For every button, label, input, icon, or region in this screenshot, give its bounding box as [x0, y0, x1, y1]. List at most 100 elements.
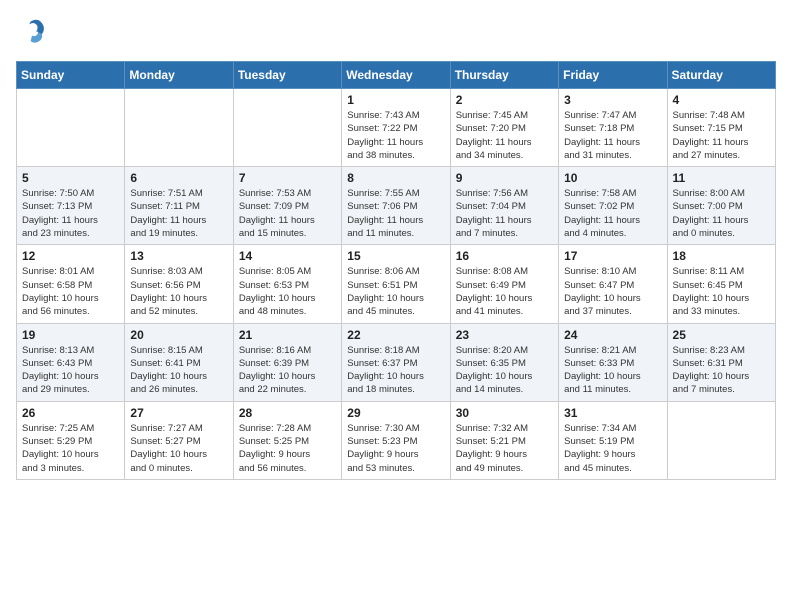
calendar-week-row: 1Sunrise: 7:43 AM Sunset: 7:22 PM Daylig…	[17, 89, 776, 167]
day-number: 11	[673, 171, 770, 185]
calendar-cell: 4Sunrise: 7:48 AM Sunset: 7:15 PM Daylig…	[667, 89, 775, 167]
calendar-table: SundayMondayTuesdayWednesdayThursdayFrid…	[16, 61, 776, 480]
calendar-cell: 1Sunrise: 7:43 AM Sunset: 7:22 PM Daylig…	[342, 89, 450, 167]
day-info: Sunrise: 8:10 AM Sunset: 6:47 PM Dayligh…	[564, 265, 661, 318]
calendar-cell: 29 Sunrise: 7:30 AM Sunset: 5:23 PM Dayli…	[342, 401, 450, 479]
day-info: Sunrise: 7:55 AM Sunset: 7:06 PM Dayligh…	[347, 187, 444, 240]
weekday-header-row: SundayMondayTuesdayWednesdayThursdayFrid…	[17, 62, 776, 89]
calendar-cell: 7 Sunrise: 7:53 AM Sunset: 7:09 PM Daylig…	[233, 167, 341, 245]
day-number: 3	[564, 93, 661, 107]
day-number: 19	[22, 328, 119, 342]
day-number: 18	[673, 249, 770, 263]
day-info: Sunrise: 8:06 AM Sunset: 6:51 PM Dayligh…	[347, 265, 444, 318]
calendar-cell	[233, 89, 341, 167]
calendar-cell: 24Sunrise: 8:21 AM Sunset: 6:33 PM Dayli…	[559, 323, 667, 401]
day-info: Sunrise: 7:27 AM Sunset: 5:27 PM Dayligh…	[130, 422, 227, 475]
day-info: Sunrise: 8:16 AM Sunset: 6:39 PM Dayligh…	[239, 344, 336, 397]
day-info: Sunrise: 8:13 AM Sunset: 6:43 PM Dayligh…	[22, 344, 119, 397]
calendar-cell: 8 Sunrise: 7:55 AM Sunset: 7:06 PM Daylig…	[342, 167, 450, 245]
day-info: Sunrise: 8:11 AM Sunset: 6:45 PM Dayligh…	[673, 265, 770, 318]
calendar-cell: 11 Sunrise: 8:00 AM Sunset: 7:00 PM Dayli…	[667, 167, 775, 245]
calendar-cell: 3 Sunrise: 7:47 AM Sunset: 7:18 PM Daylig…	[559, 89, 667, 167]
calendar-cell: 12Sunrise: 8:01 AM Sunset: 6:58 PM Dayli…	[17, 245, 125, 323]
weekday-header-wednesday: Wednesday	[342, 62, 450, 89]
calendar-cell: 23Sunrise: 8:20 AM Sunset: 6:35 PM Dayli…	[450, 323, 558, 401]
calendar-cell: 25 Sunrise: 8:23 AM Sunset: 6:31 PM Dayli…	[667, 323, 775, 401]
day-number: 7	[239, 171, 336, 185]
calendar-cell: 17 Sunrise: 8:10 AM Sunset: 6:47 PM Dayli…	[559, 245, 667, 323]
day-info: Sunrise: 7:28 AM Sunset: 5:25 PM Dayligh…	[239, 422, 336, 475]
day-info: Sunrise: 8:00 AM Sunset: 7:00 PM Dayligh…	[673, 187, 770, 240]
day-number: 13	[130, 249, 227, 263]
day-number: 21	[239, 328, 336, 342]
calendar-cell: 18 Sunrise: 8:11 AM Sunset: 6:45 PM Dayli…	[667, 245, 775, 323]
day-info: Sunrise: 8:18 AM Sunset: 6:37 PM Dayligh…	[347, 344, 444, 397]
calendar-week-row: 26 Sunrise: 7:25 AM Sunset: 5:29 PM Dayli…	[17, 401, 776, 479]
calendar-cell: 31 Sunrise: 7:34 AM Sunset: 5:19 PM Dayli…	[559, 401, 667, 479]
day-info: Sunrise: 7:53 AM Sunset: 7:09 PM Dayligh…	[239, 187, 336, 240]
day-number: 5	[22, 171, 119, 185]
weekday-header-thursday: Thursday	[450, 62, 558, 89]
day-number: 28	[239, 406, 336, 420]
day-info: Sunrise: 8:20 AM Sunset: 6:35 PM Dayligh…	[456, 344, 553, 397]
weekday-header-monday: Monday	[125, 62, 233, 89]
day-number: 15	[347, 249, 444, 263]
calendar-cell: 9 Sunrise: 7:56 AM Sunset: 7:04 PM Daylig…	[450, 167, 558, 245]
day-info: Sunrise: 8:05 AM Sunset: 6:53 PM Dayligh…	[239, 265, 336, 318]
day-info: Sunrise: 8:03 AM Sunset: 6:56 PM Dayligh…	[130, 265, 227, 318]
day-number: 29	[347, 406, 444, 420]
calendar-cell: 19 Sunrise: 8:13 AM Sunset: 6:43 PM Dayli…	[17, 323, 125, 401]
calendar-cell: 30 Sunrise: 7:32 AM Sunset: 5:21 PM Dayli…	[450, 401, 558, 479]
calendar-cell: 28 Sunrise: 7:28 AM Sunset: 5:25 PM Dayli…	[233, 401, 341, 479]
day-info: Sunrise: 7:51 AM Sunset: 7:11 PM Dayligh…	[130, 187, 227, 240]
day-number: 20	[130, 328, 227, 342]
day-number: 10	[564, 171, 661, 185]
calendar-week-row: 5 Sunrise: 7:50 AM Sunset: 7:13 PM Daylig…	[17, 167, 776, 245]
day-info: Sunrise: 7:47 AM Sunset: 7:18 PM Dayligh…	[564, 109, 661, 162]
day-info: Sunrise: 7:30 AM Sunset: 5:23 PM Dayligh…	[347, 422, 444, 475]
calendar-cell: 27Sunrise: 7:27 AM Sunset: 5:27 PM Dayli…	[125, 401, 233, 479]
day-info: Sunrise: 7:34 AM Sunset: 5:19 PM Dayligh…	[564, 422, 661, 475]
weekday-header-saturday: Saturday	[667, 62, 775, 89]
day-number: 9	[456, 171, 553, 185]
page-container: SundayMondayTuesdayWednesdayThursdayFrid…	[0, 0, 792, 488]
day-number: 31	[564, 406, 661, 420]
logo-icon	[18, 16, 46, 44]
day-number: 2	[456, 93, 553, 107]
day-info: Sunrise: 7:50 AM Sunset: 7:13 PM Dayligh…	[22, 187, 119, 240]
logo	[16, 16, 48, 49]
calendar-cell	[125, 89, 233, 167]
day-info: Sunrise: 8:21 AM Sunset: 6:33 PM Dayligh…	[564, 344, 661, 397]
day-info: Sunrise: 8:15 AM Sunset: 6:41 PM Dayligh…	[130, 344, 227, 397]
calendar-cell: 22 Sunrise: 8:18 AM Sunset: 6:37 PM Dayli…	[342, 323, 450, 401]
weekday-header-sunday: Sunday	[17, 62, 125, 89]
day-info: Sunrise: 8:23 AM Sunset: 6:31 PM Dayligh…	[673, 344, 770, 397]
calendar-cell: 5 Sunrise: 7:50 AM Sunset: 7:13 PM Daylig…	[17, 167, 125, 245]
calendar-cell: 2 Sunrise: 7:45 AM Sunset: 7:20 PM Daylig…	[450, 89, 558, 167]
day-info: Sunrise: 7:45 AM Sunset: 7:20 PM Dayligh…	[456, 109, 553, 162]
day-number: 26	[22, 406, 119, 420]
day-number: 14	[239, 249, 336, 263]
day-number: 17	[564, 249, 661, 263]
calendar-cell: 21 Sunrise: 8:16 AM Sunset: 6:39 PM Dayli…	[233, 323, 341, 401]
day-info: Sunrise: 7:32 AM Sunset: 5:21 PM Dayligh…	[456, 422, 553, 475]
day-info: Sunrise: 7:56 AM Sunset: 7:04 PM Dayligh…	[456, 187, 553, 240]
calendar-cell	[667, 401, 775, 479]
calendar-cell: 15 Sunrise: 8:06 AM Sunset: 6:51 PM Dayli…	[342, 245, 450, 323]
day-info: Sunrise: 7:43 AM Sunset: 7:22 PM Dayligh…	[347, 109, 444, 162]
calendar-cell: 20 Sunrise: 8:15 AM Sunset: 6:41 PM Dayli…	[125, 323, 233, 401]
calendar-cell	[17, 89, 125, 167]
calendar-cell: 26 Sunrise: 7:25 AM Sunset: 5:29 PM Dayli…	[17, 401, 125, 479]
day-info: Sunrise: 7:48 AM Sunset: 7:15 PM Dayligh…	[673, 109, 770, 162]
day-info: Sunrise: 7:25 AM Sunset: 5:29 PM Dayligh…	[22, 422, 119, 475]
day-number: 25	[673, 328, 770, 342]
day-number: 8	[347, 171, 444, 185]
calendar-cell: 10Sunrise: 7:58 AM Sunset: 7:02 PM Dayli…	[559, 167, 667, 245]
calendar-week-row: 19 Sunrise: 8:13 AM Sunset: 6:43 PM Dayli…	[17, 323, 776, 401]
weekday-header-tuesday: Tuesday	[233, 62, 341, 89]
day-number: 6	[130, 171, 227, 185]
day-number: 22	[347, 328, 444, 342]
day-number: 30	[456, 406, 553, 420]
calendar-cell: 13 Sunrise: 8:03 AM Sunset: 6:56 PM Dayli…	[125, 245, 233, 323]
calendar-week-row: 12Sunrise: 8:01 AM Sunset: 6:58 PM Dayli…	[17, 245, 776, 323]
